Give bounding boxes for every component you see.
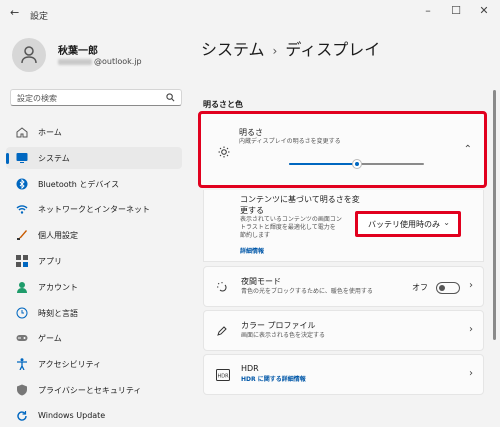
- chevron-up-icon[interactable]: ⌃: [464, 144, 472, 155]
- sidebar-item-label: 時刻と言語: [38, 309, 78, 318]
- chevron-right-icon[interactable]: ›: [469, 368, 473, 379]
- chevron-right-icon[interactable]: ›: [469, 324, 473, 335]
- monitor-icon: [16, 153, 28, 163]
- search-input[interactable]: 設定の検索: [10, 89, 182, 106]
- hdr-learn-more-link[interactable]: HDR に関する詳細情報: [241, 376, 306, 384]
- sidebar-item-2[interactable]: Bluetooth とデバイス: [6, 173, 182, 195]
- sidebar-item-6[interactable]: アカウント: [6, 276, 182, 298]
- minimize-icon[interactable]: –: [418, 4, 438, 17]
- night-light-card[interactable]: 夜間モード 青色の光をブロックするために、暖色を使用する オフ ›: [203, 266, 484, 307]
- sidebar-item-0[interactable]: ホーム: [6, 121, 182, 143]
- pen-icon: [217, 326, 227, 336]
- close-icon[interactable]: ✕: [474, 4, 494, 17]
- window-title: 設定: [30, 12, 49, 22]
- chevron-down-icon: ⌄: [443, 218, 450, 227]
- user-name: 秋葉一郎: [58, 46, 98, 57]
- person-icon: [17, 282, 27, 293]
- night-light-toggle[interactable]: [436, 282, 460, 294]
- svg-text:HDR: HDR: [217, 374, 229, 380]
- hdr-card[interactable]: HDR HDR HDR に関する詳細情報 ›: [203, 354, 484, 395]
- home-icon: [16, 127, 28, 138]
- sidebar-item-label: 個人用設定: [38, 231, 78, 240]
- learn-more-link[interactable]: 詳細情報: [240, 248, 264, 256]
- maximize-icon[interactable]: ☐: [446, 4, 466, 17]
- globe-clock-icon: [16, 307, 28, 319]
- sidebar-item-label: アクセシビリティ: [38, 360, 102, 369]
- sidebar-item-label: Windows Update: [38, 411, 106, 420]
- sidebar-item-9[interactable]: アクセシビリティ: [6, 353, 182, 375]
- brightness-slider-fill: [289, 163, 357, 165]
- sidebar-item-label: Bluetooth とデバイス: [38, 180, 120, 189]
- brush-icon: [17, 230, 27, 240]
- wifi-icon: [16, 205, 28, 214]
- sidebar-item-8[interactable]: ゲーム: [6, 327, 182, 349]
- active-indicator: [6, 153, 9, 164]
- sidebar-item-label: ネットワークとインターネット: [38, 205, 150, 214]
- sidebar-item-1[interactable]: システム: [6, 147, 182, 169]
- brightness-slider[interactable]: [289, 159, 424, 169]
- sidebar-item-label: ゲーム: [38, 334, 62, 343]
- hdr-title: HDR: [241, 364, 259, 373]
- brightness-slider-thumb[interactable]: [351, 159, 362, 169]
- night-light-toggle-label: オフ: [412, 283, 428, 292]
- scrollbar[interactable]: [493, 90, 496, 340]
- update-icon: [17, 411, 27, 421]
- gamepad-icon: [16, 335, 28, 341]
- section-label: 明るさと色: [203, 100, 243, 109]
- sidebar-item-label: ホーム: [38, 128, 62, 137]
- toggle-knob: [439, 285, 445, 291]
- sun-icon: [218, 146, 230, 158]
- hdr-icon: HDR: [216, 369, 230, 381]
- night-light-icon: [217, 282, 227, 292]
- sidebar-item-3[interactable]: ネットワークとインターネット: [6, 198, 182, 220]
- page-title: システム › ディスプレイ: [201, 36, 380, 60]
- brightness-title: 明るさ: [239, 128, 263, 137]
- sidebar-item-label: プライバシーとセキュリティ: [38, 386, 142, 395]
- chevron-right-icon[interactable]: ›: [469, 280, 473, 291]
- content-brightness-desc: 表示されているコンテンツの画面コン トラストと輝度を最適化して電力を 節約します: [240, 216, 342, 239]
- search-placeholder: 設定の検索: [17, 94, 57, 103]
- dropdown-value: バッテリ使用時のみ: [368, 220, 440, 229]
- content-brightness-dropdown[interactable]: バッテリ使用時のみ ⌄: [355, 211, 461, 237]
- brightness-card[interactable]: 明るさ 内蔵ディスプレイの明るさを変更する ⌃: [198, 111, 487, 188]
- back-arrow-icon[interactable]: ←: [10, 6, 19, 19]
- sidebar-item-11[interactable]: Windows Update: [6, 405, 182, 427]
- color-profile-subtitle: 画面に表示される色を決定する: [241, 332, 326, 339]
- content-brightness-title: コンテンツに基づいて明るさを変 更する: [240, 195, 360, 215]
- breadcrumb-chevron-icon: ›: [272, 44, 278, 58]
- night-light-subtitle: 青色の光をブロックするために、暖色を使用する: [241, 288, 373, 295]
- color-profile-card[interactable]: カラー プロファイル 画面に表示される色を決定する ›: [203, 310, 484, 351]
- color-profile-title: カラー プロファイル: [241, 321, 316, 330]
- avatar[interactable]: [12, 38, 46, 72]
- apps-icon: [16, 255, 28, 267]
- sidebar-item-label: アプリ: [38, 257, 62, 266]
- sidebar-item-10[interactable]: プライバシーとセキュリティ: [6, 379, 182, 401]
- bluetooth-icon: [16, 178, 28, 190]
- sidebar-item-label: アカウント: [38, 283, 78, 292]
- shield-icon: [17, 384, 27, 396]
- sidebar-item-5[interactable]: アプリ: [6, 250, 182, 272]
- brightness-subtitle: 内蔵ディスプレイの明るさを変更する: [239, 138, 341, 145]
- person-icon: [21, 46, 37, 64]
- user-email: @outlook.jp: [58, 57, 142, 66]
- accessibility-icon: [17, 358, 27, 370]
- breadcrumb-current: ディスプレイ: [285, 40, 381, 59]
- sidebar-item-7[interactable]: 時刻と言語: [6, 302, 182, 324]
- night-light-title: 夜間モード: [241, 277, 281, 286]
- breadcrumb-parent[interactable]: システム: [201, 40, 265, 59]
- sidebar-item-4[interactable]: 個人用設定: [6, 224, 182, 246]
- search-icon: [166, 93, 175, 102]
- sidebar-item-label: システム: [38, 154, 70, 163]
